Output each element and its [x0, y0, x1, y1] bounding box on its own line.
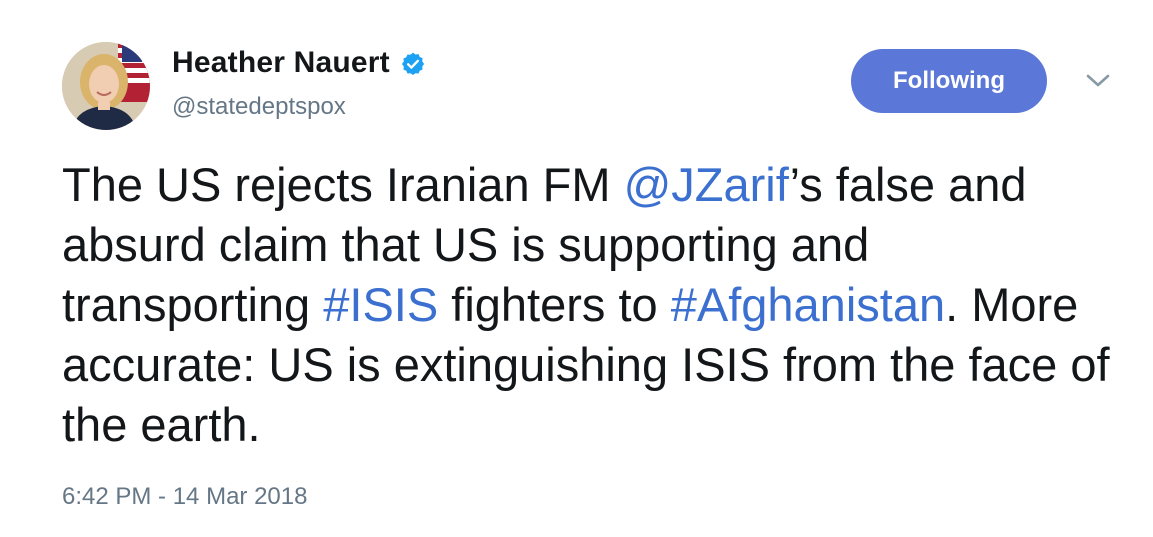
following-button[interactable]: Following [851, 49, 1047, 113]
hashtag-link-isis[interactable]: #ISIS [323, 278, 438, 331]
verified-badge-icon [400, 51, 426, 77]
author-display-name[interactable]: Heather Nauert [172, 46, 390, 80]
tweet-timestamp[interactable]: 6:42 PM - 14 Mar 2018 [62, 483, 307, 511]
mention-link-jzarif[interactable]: @JZarif [624, 158, 790, 211]
tweet-card: Heather Nauert @statedeptspox Following … [0, 0, 1153, 537]
avatar[interactable] [62, 42, 150, 130]
chevron-down-icon[interactable] [1085, 72, 1111, 90]
author-name-row: Heather Nauert [172, 46, 426, 80]
tweet-text: The US rejects Iranian FM @JZarif’s fals… [62, 155, 1122, 455]
tweet-text-segment: The US rejects Iranian FM [62, 158, 624, 211]
avatar-image [62, 42, 150, 130]
tweet-text-segment: fighters to [438, 278, 671, 331]
hashtag-link-afghanistan[interactable]: #Afghanistan [671, 278, 945, 331]
author-handle[interactable]: @statedeptspox [172, 93, 346, 121]
